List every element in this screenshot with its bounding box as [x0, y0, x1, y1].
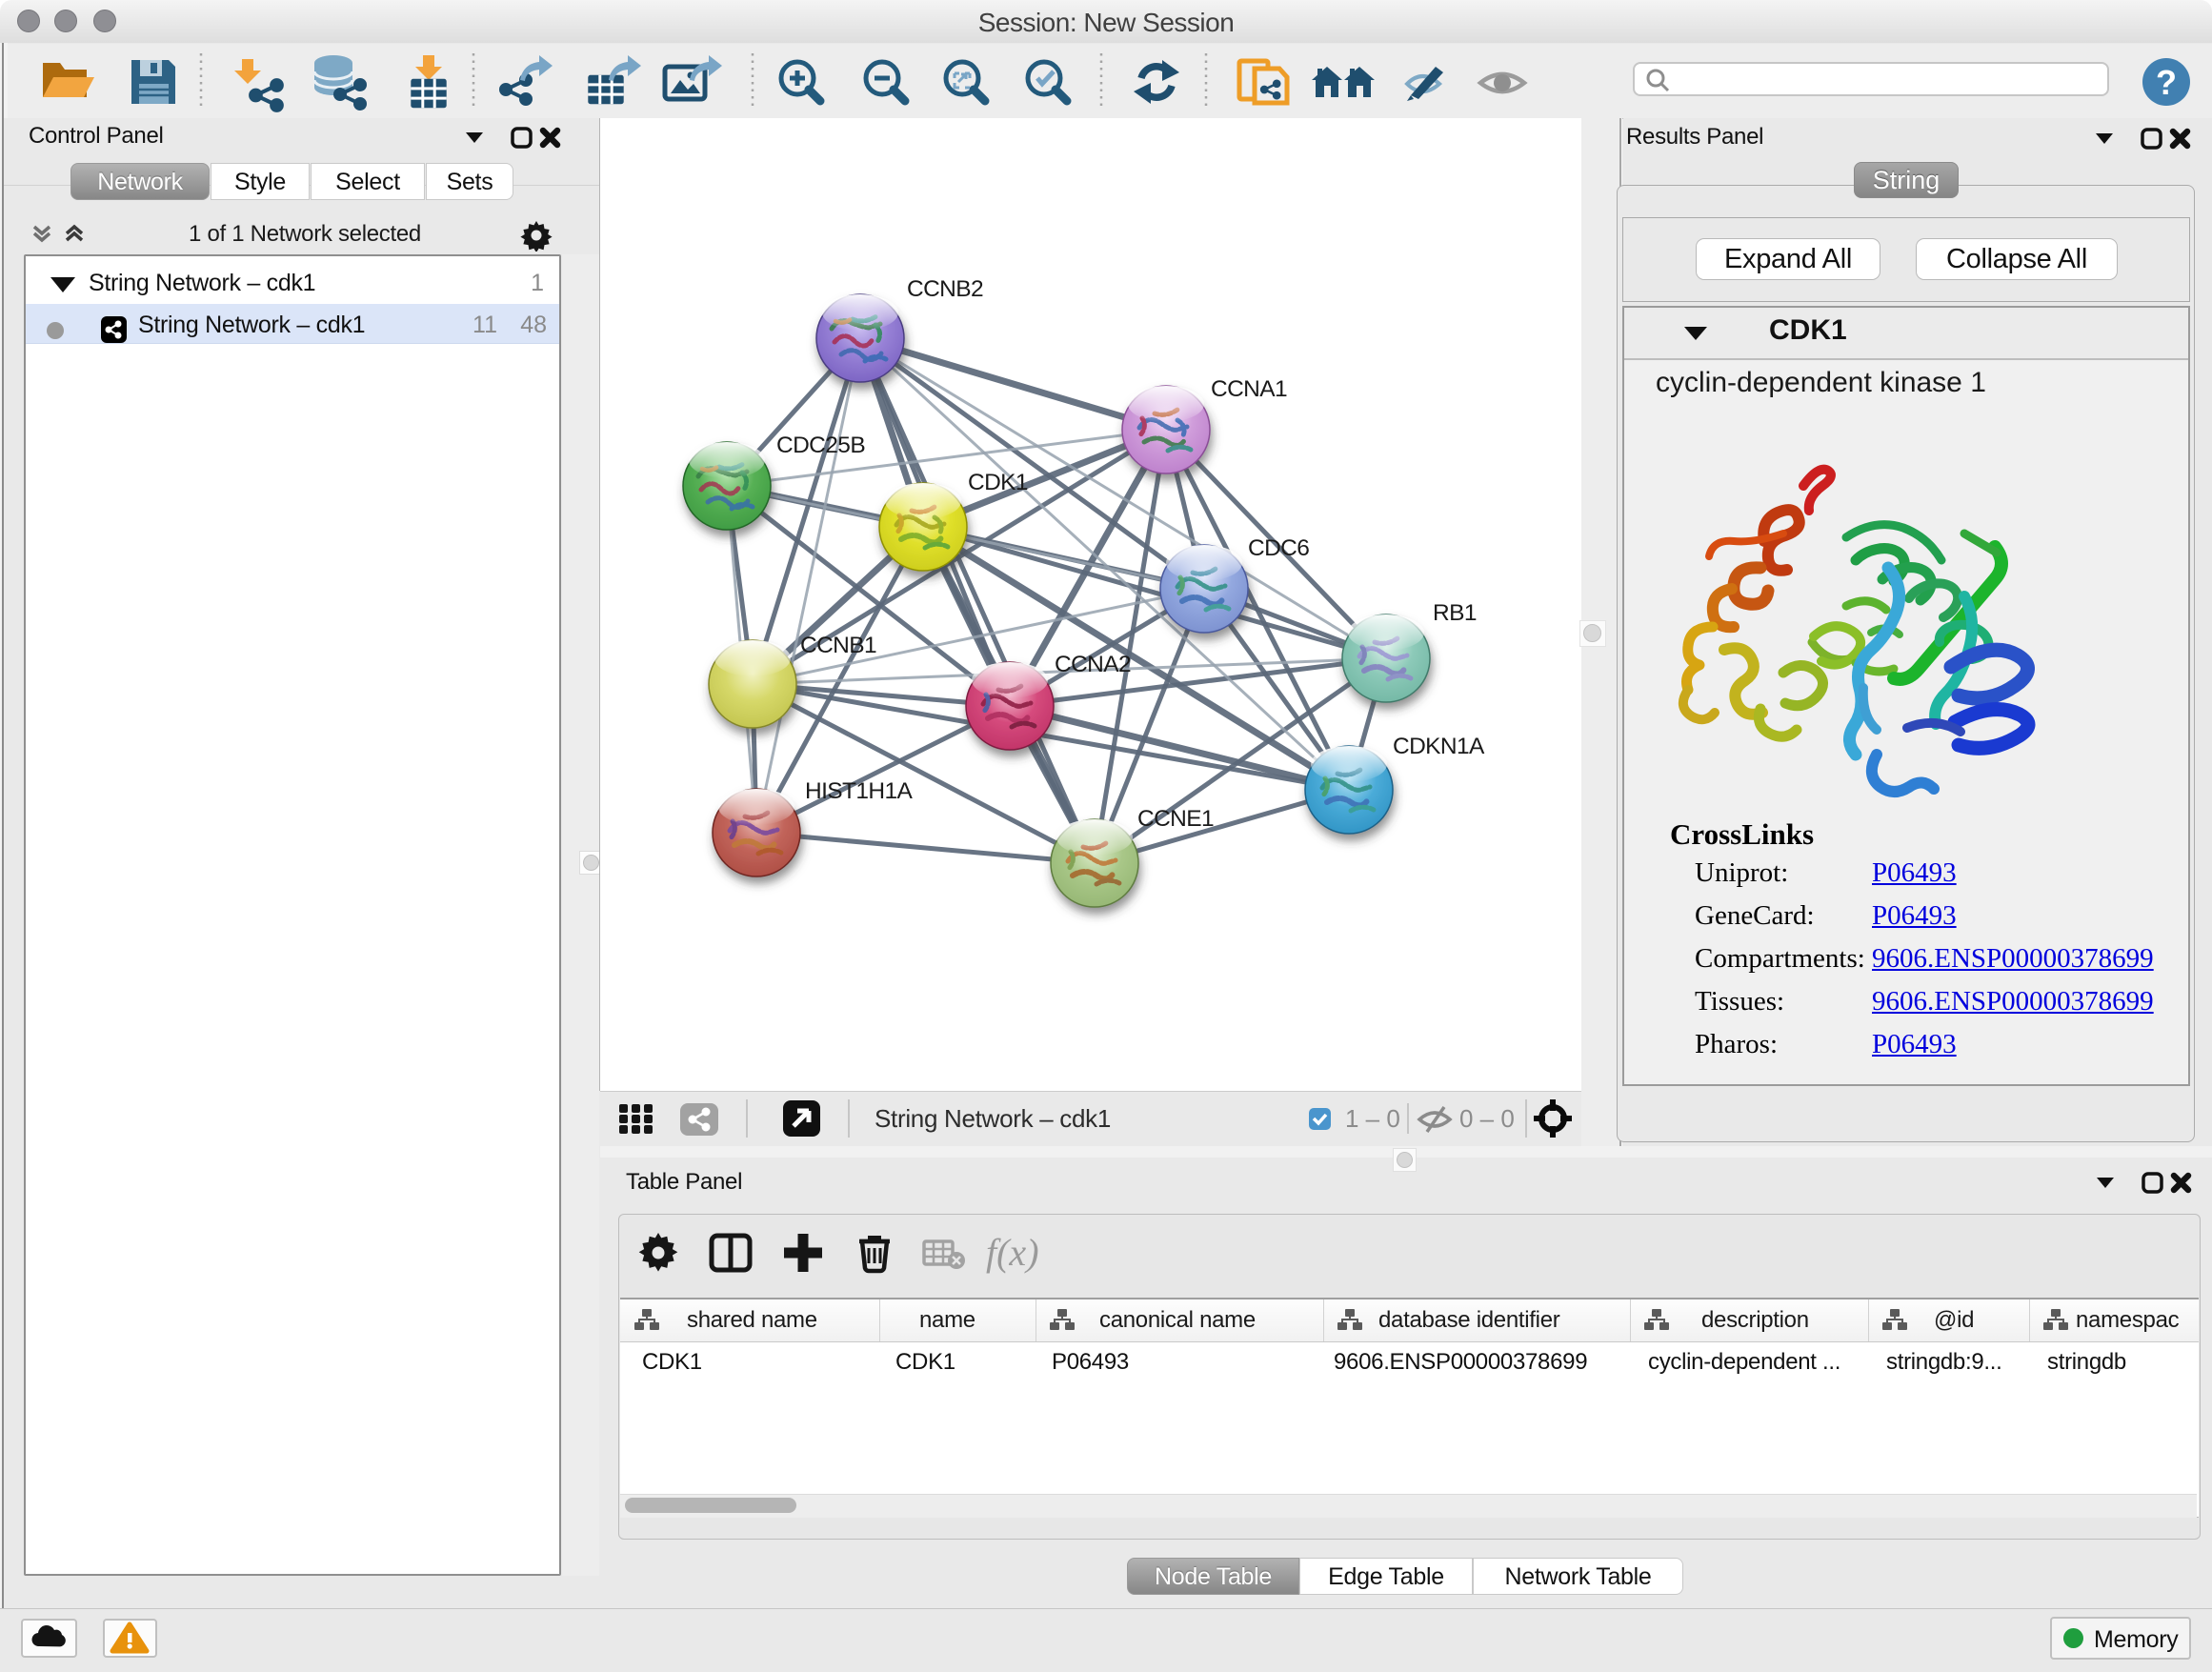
svg-text:CDKN1A: CDKN1A	[1393, 734, 1485, 759]
svg-text:RB1: RB1	[1433, 600, 1477, 626]
svg-text:f(x): f(x)	[986, 1231, 1039, 1274]
svg-text:0 – 0: 0 – 0	[1459, 1104, 1515, 1133]
svg-text:CCNA2: CCNA2	[1055, 652, 1131, 677]
svg-text:CDK1: CDK1	[968, 470, 1028, 495]
svg-text:String Network – cdk1: String Network – cdk1	[875, 1104, 1111, 1133]
svg-text:?: ?	[2156, 63, 2177, 102]
svg-text:HIST1H1A: HIST1H1A	[805, 778, 914, 804]
svg-text:CDC6: CDC6	[1248, 535, 1309, 561]
svg-text:CCNB1: CCNB1	[800, 633, 876, 658]
svg-text:CCNE1: CCNE1	[1137, 806, 1214, 832]
svg-text:CCNA1: CCNA1	[1211, 376, 1287, 402]
svg-text:CCNB2: CCNB2	[907, 276, 983, 302]
svg-text:CDC25B: CDC25B	[776, 433, 865, 458]
svg-text:1 – 0: 1 – 0	[1345, 1104, 1400, 1133]
